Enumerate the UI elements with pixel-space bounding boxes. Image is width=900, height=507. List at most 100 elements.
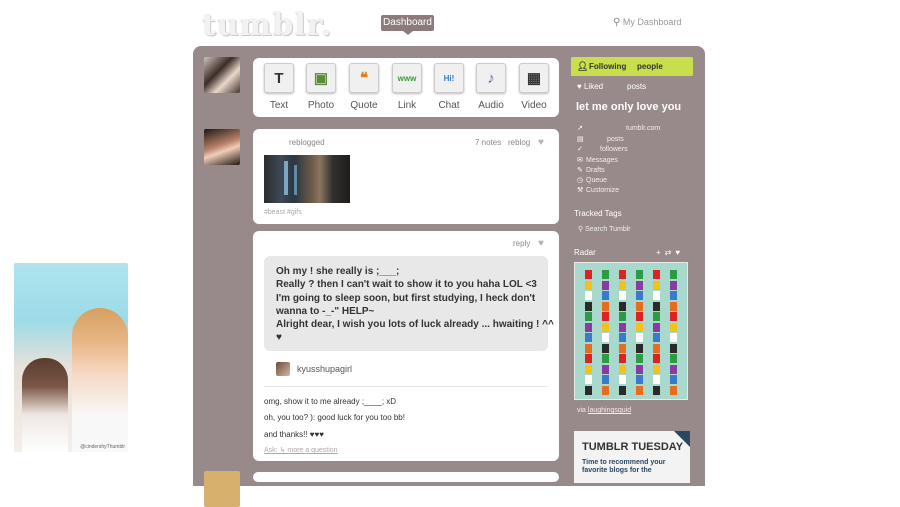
radar-cell: [653, 385, 660, 395]
radar-cell: [585, 280, 592, 290]
post-text-button[interactable]: T Text: [260, 63, 298, 111]
reblog-icon[interactable]: ⇄: [665, 248, 672, 257]
text-icon: T: [264, 63, 294, 93]
post-photo-label: Photo: [307, 100, 335, 111]
radar-cell: [670, 385, 677, 395]
sidebar-followers[interactable]: ✓ followers: [577, 145, 628, 153]
radar-cell: [653, 333, 660, 342]
like-heart-icon[interactable]: ♥: [538, 238, 544, 249]
radar-cell: [653, 301, 660, 311]
post-video-button[interactable]: ▦ Video: [515, 63, 553, 111]
photo-icon: ▣: [306, 63, 336, 93]
tumblr-tuesday-banner[interactable]: TUMBLR TUESDAY Time to recommend your fa…: [574, 431, 690, 483]
envelope-icon: ✉: [577, 157, 583, 164]
audio-icon: ♪: [476, 63, 506, 93]
post-video-label: Video: [521, 100, 547, 111]
radar-cell: [585, 270, 592, 279]
radar-cell: [602, 375, 609, 384]
ask-question-link[interactable]: Ask: ↳ more a question: [264, 446, 338, 454]
radar-image[interactable]: [574, 262, 688, 400]
post-photo-button[interactable]: ▣ Photo: [302, 63, 340, 111]
next-post: [253, 472, 559, 482]
radar-cell: [670, 354, 677, 363]
radar-cell: [653, 270, 660, 279]
like-heart-icon[interactable]: ♥: [538, 137, 544, 148]
wrench-icon: ⚒: [577, 187, 584, 194]
radar-cell: [653, 312, 660, 321]
radar-cell: [670, 364, 677, 374]
radar-cell: [670, 322, 677, 332]
photo-person-right: [72, 308, 128, 452]
liked-link[interactable]: ♥ Liked: [577, 82, 603, 91]
radar-cell: [602, 312, 609, 321]
external-link-icon: ↗: [577, 125, 583, 132]
radar-cell: [670, 270, 677, 279]
add-icon[interactable]: +: [656, 248, 661, 257]
radar-cell: [636, 322, 643, 332]
heart-icon[interactable]: ♥: [675, 248, 680, 257]
post-audio-button[interactable]: ♪ Audio: [472, 63, 510, 111]
my-avatar[interactable]: [204, 57, 240, 93]
search-tumblr-link[interactable]: ⚲ Search Tumblr: [578, 225, 631, 233]
tumblr-tuesday-title: TUMBLR TUESDAY: [582, 441, 684, 453]
radar-cell: [585, 312, 592, 321]
header-search-label: My Dashboard: [622, 17, 682, 27]
post-author-avatar[interactable]: [204, 129, 240, 165]
post-text-label: Text: [269, 100, 289, 111]
divider: [264, 386, 548, 387]
radar-cell: [636, 354, 643, 363]
sidebar-drafts[interactable]: ✎ Drafts: [577, 166, 605, 174]
dashboard-button[interactable]: Dashboard: [381, 15, 434, 31]
radar-cell: [585, 291, 592, 300]
post-chat-button[interactable]: Hi! Chat: [430, 63, 468, 111]
post-tags[interactable]: #beast #gifs: [264, 209, 302, 216]
reply-button[interactable]: reply: [513, 239, 530, 248]
radar-cell: [619, 322, 626, 332]
radar-actions: + ⇄ ♥: [652, 248, 680, 257]
radar-cell: [636, 375, 643, 384]
reblog-button[interactable]: reblog: [508, 138, 530, 147]
notes-link[interactable]: 7 notes: [475, 138, 501, 147]
post-gif-image[interactable]: [264, 155, 350, 203]
radar-cell: [670, 375, 677, 384]
tracked-tags-heading: Tracked Tags: [574, 209, 622, 218]
radar-cell: [670, 280, 677, 290]
answer-line: omg, show it to me already ;____; xD: [264, 397, 397, 406]
following-button[interactable]: 👤︎ Following people: [571, 57, 693, 76]
radar-cell: [585, 364, 592, 374]
search-icon: ⚲: [578, 226, 584, 233]
asker-name[interactable]: kyusshupagirl: [297, 364, 352, 374]
search-icon: ⚲: [613, 17, 621, 28]
pencil-icon: ✎: [577, 167, 583, 174]
radar-cell: [670, 312, 677, 321]
radar-cell: [670, 343, 677, 353]
sidebar-blog-url[interactable]: ↗ tumblr.com: [577, 124, 660, 132]
post-audio-label: Audio: [478, 100, 504, 111]
dashboard-pointer: [403, 31, 413, 35]
radar-cell: [602, 270, 609, 279]
radar-cell: [636, 312, 643, 321]
document-icon: ▤: [577, 136, 584, 143]
sidebar-messages[interactable]: ✉ Messages: [577, 156, 618, 164]
via-prefix: via: [577, 407, 586, 414]
tumblr-logo[interactable]: tumblr.: [202, 8, 332, 43]
header-search[interactable]: ⚲ My Dashboard: [613, 17, 681, 28]
sidebar-queue[interactable]: ◷ Queue: [577, 176, 607, 184]
sidebar-customize[interactable]: ⚒ Customize: [577, 186, 619, 194]
post-link-button[interactable]: www Link: [388, 63, 426, 111]
post-quote-button[interactable]: ❝ Quote: [345, 63, 383, 111]
via-user-link[interactable]: laughingsquid: [588, 407, 631, 414]
sidebar-posts[interactable]: ▤ posts: [577, 135, 624, 143]
next-post-avatar[interactable]: [204, 471, 240, 507]
asker-avatar[interactable]: [276, 362, 290, 376]
radar-cell: [653, 322, 660, 332]
photo-person-left: [22, 358, 68, 452]
background-photo: @cindershyThumblr: [14, 263, 128, 452]
radar-cell: [602, 364, 609, 374]
following-label: Following: [589, 62, 627, 71]
answer-post: reply ♥ Oh my ! she really is ;___; Real…: [253, 231, 559, 461]
post-link-label: Link: [397, 100, 417, 111]
following-suffix: people: [637, 62, 663, 71]
radar-cell: [602, 291, 609, 300]
blog-title[interactable]: let me only love you: [576, 101, 681, 113]
